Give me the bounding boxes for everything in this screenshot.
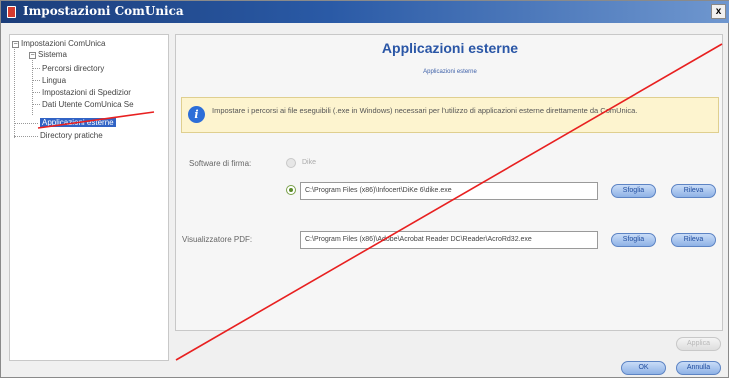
info-icon: i: [188, 106, 205, 123]
tree-item-label: Applicazioni esterne: [40, 118, 116, 127]
settings-window: Impostazioni ComUnica x − Impostazioni Co…: [0, 0, 729, 378]
signature-detect-button[interactable]: Rileva: [671, 184, 716, 198]
collapse-icon[interactable]: −: [12, 41, 19, 48]
tree-item-dati-utente[interactable]: Dati Utente ComUnica Se: [42, 100, 134, 109]
tree-item-directory-pratiche[interactable]: Directory pratiche: [40, 131, 103, 140]
page-subtitle: Applicazioni esterne: [423, 69, 477, 75]
settings-panel: Applicazioni esterne Applicazioni estern…: [175, 34, 723, 331]
close-button[interactable]: x: [711, 4, 726, 19]
pdf-viewer-label: Visualizzatore PDF:: [182, 235, 253, 244]
tree-connector: [32, 68, 40, 69]
signature-browse-button[interactable]: Sfoglia: [611, 184, 656, 198]
window-title: Impostazioni ComUnica: [23, 4, 184, 18]
tree-item-spedizione[interactable]: Impostazioni di Spedizior: [42, 88, 131, 97]
tree-connector: [32, 104, 40, 105]
tree-connector: [32, 52, 33, 115]
pdf-detect-button[interactable]: Rileva: [671, 233, 716, 247]
app-icon: [7, 6, 16, 18]
tree-item-label: Percorsi directory: [42, 64, 105, 73]
signature-software-label: Software di firma:: [189, 159, 252, 168]
ok-button[interactable]: OK: [621, 361, 666, 375]
tree-item-percorsi[interactable]: Percorsi directory: [42, 64, 104, 73]
tree-item-label: Sistema: [38, 50, 67, 59]
tree-item-label: Lingua: [42, 76, 67, 85]
page-title: Applicazioni esterne: [381, 40, 519, 56]
signature-path-field[interactable]: C:\Program Files (x86)\Infocert\DiKe 6\d…: [300, 182, 598, 200]
tree-item-lingua[interactable]: Lingua: [42, 76, 66, 85]
info-banner: i Impostare i percorsi ai file eseguibil…: [181, 97, 719, 133]
tree-item-applicazioni[interactable]: Applicazioni esterne: [40, 118, 116, 127]
tree-connector: [32, 92, 40, 93]
tree-item-root[interactable]: − Impostazioni ComUnica: [12, 39, 105, 48]
pdf-viewer-path-field[interactable]: C:\Program Files (x86)\Adobe\Acrobat Rea…: [300, 231, 598, 249]
tree-connector: [14, 136, 38, 137]
collapse-icon[interactable]: −: [29, 52, 36, 59]
pdf-browse-button[interactable]: Sfoglia: [611, 233, 656, 247]
settings-tree: − Impostazioni ComUnica − Sistema Percorsi…: [9, 34, 169, 361]
dike-radio-label: Dike: [302, 159, 317, 166]
tree-item-label: Directory pratiche: [40, 131, 103, 140]
custom-path-radio[interactable]: [286, 185, 296, 195]
cancel-button[interactable]: Annulla: [676, 361, 721, 375]
tree-item-label: Impostazioni ComUnica: [21, 39, 106, 48]
tree-item-label: Impostazioni di Spedizior: [42, 88, 131, 97]
info-text: Impostare i percorsi ai file eseguibili …: [212, 106, 638, 115]
title-bar: Impostazioni ComUnica x: [1, 1, 729, 23]
tree-item-label: Dati Utente ComUnica Se: [42, 100, 134, 109]
tree-item-sistema[interactable]: − Sistema: [29, 50, 67, 59]
tree-connector: [14, 45, 15, 138]
dike-radio[interactable]: [286, 158, 296, 168]
apply-button[interactable]: Applica: [676, 337, 721, 351]
tree-connector: [32, 80, 40, 81]
tree-connector: [14, 123, 38, 124]
